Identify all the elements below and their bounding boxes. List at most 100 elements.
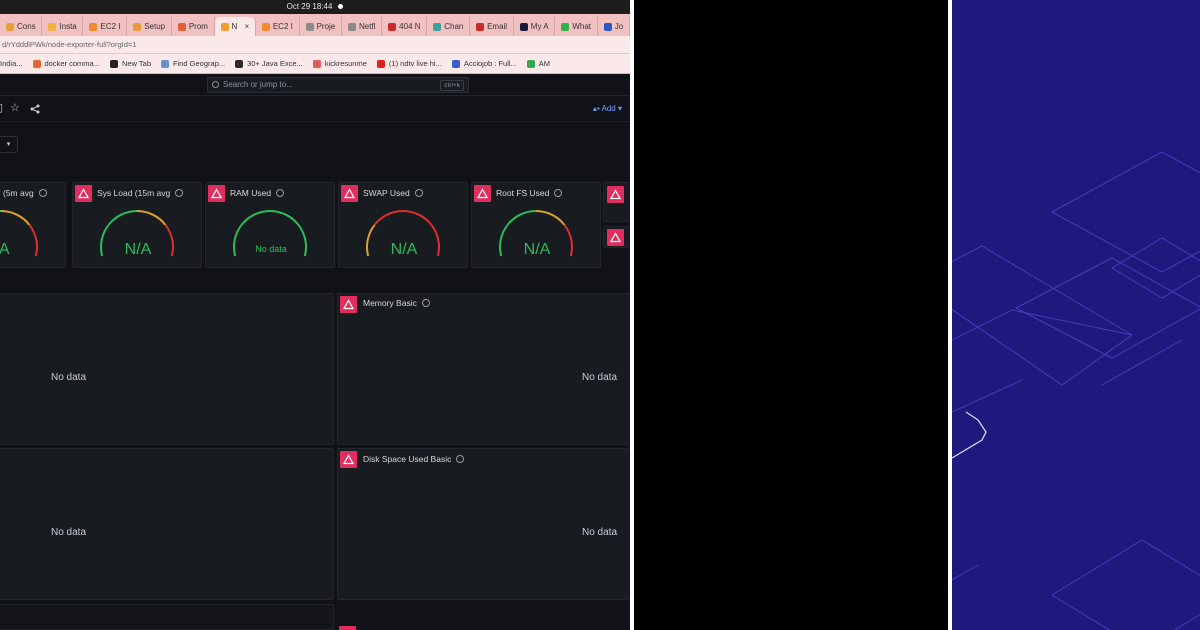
bookmark-item[interactable]: New Tab — [109, 59, 151, 68]
favicon-icon — [433, 22, 442, 31]
alert-icon — [607, 186, 624, 203]
address-bar[interactable]: d/rYdddlPWk/node-exporter-full?orgId=1 — [0, 36, 630, 54]
browser-tab[interactable]: 404 N — [382, 17, 428, 36]
bookmark-label: docker comma... — [44, 59, 100, 68]
panel-title: Memory Basic — [363, 298, 430, 308]
diamond-lines-graphic — [952, 151, 1200, 630]
grid-icon[interactable]: ▯ — [0, 103, 3, 114]
browser-tab[interactable]: Prom — [172, 17, 215, 36]
no-data-text: No data — [51, 527, 87, 538]
browser-tab[interactable]: My A — [514, 17, 556, 36]
favicon-icon — [235, 59, 244, 68]
browser-tab[interactable]: EC2 I — [83, 17, 128, 36]
tab-label: Insta — [59, 22, 77, 31]
browser-tab[interactable]: N × — [214, 17, 256, 36]
gauge-value: /A — [0, 241, 10, 258]
browser-tab[interactable]: Proje — [300, 17, 342, 36]
browser-tab[interactable]: Email — [470, 17, 514, 36]
browser-tab-strip: Cons Insta EC2 I Setup Prom N × EC2 I Proje Netfl… — [0, 14, 630, 36]
bookmark-label: 30+ Java Exce... — [247, 59, 303, 68]
favicon-icon — [526, 59, 535, 68]
favicon-icon — [220, 22, 229, 31]
bookmark-label: AM — [538, 59, 551, 68]
browser-tab[interactable]: Netfl — [342, 17, 383, 36]
tab-label: EC2 I — [272, 22, 293, 31]
gauge-panel: Root FS Used N/A — [471, 182, 601, 268]
panel-title: Disk Space Used Basic — [363, 454, 465, 464]
gauge-threshold-segment — [402, 210, 433, 226]
search-placeholder: Search or jump to... — [223, 80, 293, 89]
favicon-icon — [133, 22, 142, 31]
browser-tab[interactable]: What — [555, 17, 598, 36]
panel-cpu-basic: No data — [0, 293, 334, 445]
gauge-value: N/A — [390, 241, 418, 258]
gauge-threshold-segment — [136, 210, 167, 226]
bookmark-label: New Tab — [121, 59, 151, 68]
bookmark-item[interactable]: 30+ Java Exce... — [235, 59, 303, 68]
bookmark-item[interactable]: docker comma... — [32, 59, 100, 68]
gauge-panel: RAM Used No data — [205, 182, 335, 268]
bookmark-item[interactable]: AM — [526, 59, 551, 68]
search-icon — [212, 81, 219, 88]
gauge-threshold-segment — [240, 210, 271, 226]
no-data-text: No data — [582, 527, 618, 538]
favicon-icon — [161, 59, 169, 68]
tab-label: Prom — [188, 22, 208, 31]
tab-label: EC2 I — [100, 22, 121, 31]
close-tab-icon[interactable]: × — [244, 22, 249, 31]
search-shortcut: ctrl+k — [440, 80, 464, 91]
favicon-icon — [6, 22, 14, 31]
star-icon[interactable]: ☆ — [10, 103, 20, 114]
gauge-threshold-segment — [0, 210, 31, 226]
panel-cpu-cores — [603, 182, 630, 222]
bookmark-item[interactable]: (1) ndtv live hi... — [376, 59, 442, 68]
notification-dot-icon — [338, 4, 344, 10]
add-button[interactable]: ▴▪ Add ▾ — [593, 104, 622, 113]
info-icon[interactable] — [456, 455, 465, 463]
no-data-text: No data — [51, 372, 87, 383]
bookmark-label: India... — [0, 59, 23, 68]
browser-tab[interactable]: Setup — [127, 17, 172, 36]
favicon-icon — [603, 22, 612, 31]
search-input[interactable]: Search or jump to... ctrl+k — [207, 77, 469, 93]
bookmark-item[interactable]: Find Geograp... — [161, 59, 225, 68]
panel-row-divider — [0, 604, 334, 630]
favicon-icon — [519, 22, 528, 31]
bookmark-item[interactable]: India... — [0, 59, 23, 68]
tab-label: Email — [487, 22, 508, 31]
tab-label: What — [572, 22, 591, 31]
alert-icon — [339, 626, 356, 630]
info-icon[interactable] — [421, 299, 430, 307]
share-icon[interactable] — [30, 104, 40, 114]
bookmark-label: kickresunme — [324, 59, 367, 68]
os-top-bar: Oct 29 18:44 — [0, 0, 630, 14]
gauge-threshold-segment — [506, 210, 537, 226]
favicon-icon — [89, 22, 98, 31]
tab-label: Setup — [144, 22, 166, 31]
bookmark-item[interactable]: kickresunme — [312, 59, 367, 68]
browser-tab[interactable]: Chan — [427, 17, 471, 36]
tab-label: 404 N — [399, 22, 421, 31]
bookmark-item[interactable]: Acciojob : Full... — [451, 59, 517, 68]
dashboard-toolbar: ▯ ☆ ▴▪ Add ▾ — [0, 96, 630, 122]
favicon-icon — [476, 22, 485, 31]
variable-dropdown[interactable]: ▾ — [0, 136, 18, 153]
bookmark-label: Acciojob : Full... — [463, 59, 517, 68]
alert-icon — [340, 296, 357, 313]
tab-label: Cons — [17, 22, 36, 31]
favicon-icon — [109, 59, 118, 68]
gauge-threshold-segment — [0, 210, 2, 213]
browser-tab[interactable]: Cons — [0, 17, 43, 36]
browser-tab[interactable]: Insta — [42, 17, 84, 36]
favicon-icon — [347, 22, 356, 31]
browser-tab[interactable]: EC2 I — [256, 17, 300, 36]
favicon-icon — [261, 22, 270, 31]
favicon-icon — [177, 22, 186, 31]
grafana-screenshot: Oct 29 18:44 Cons Insta EC2 I Setup Prom N × EC… — [0, 0, 630, 630]
panel-title-text: Memory Basic — [363, 298, 417, 308]
tab-label: Jo — [614, 22, 624, 31]
gauge-panel: Sys Load (15m avg N/A — [72, 182, 202, 268]
browser-tab[interactable]: Jo — [598, 17, 630, 36]
gauge-value: No data — [255, 244, 287, 254]
tab-label: Netfl — [358, 22, 376, 31]
